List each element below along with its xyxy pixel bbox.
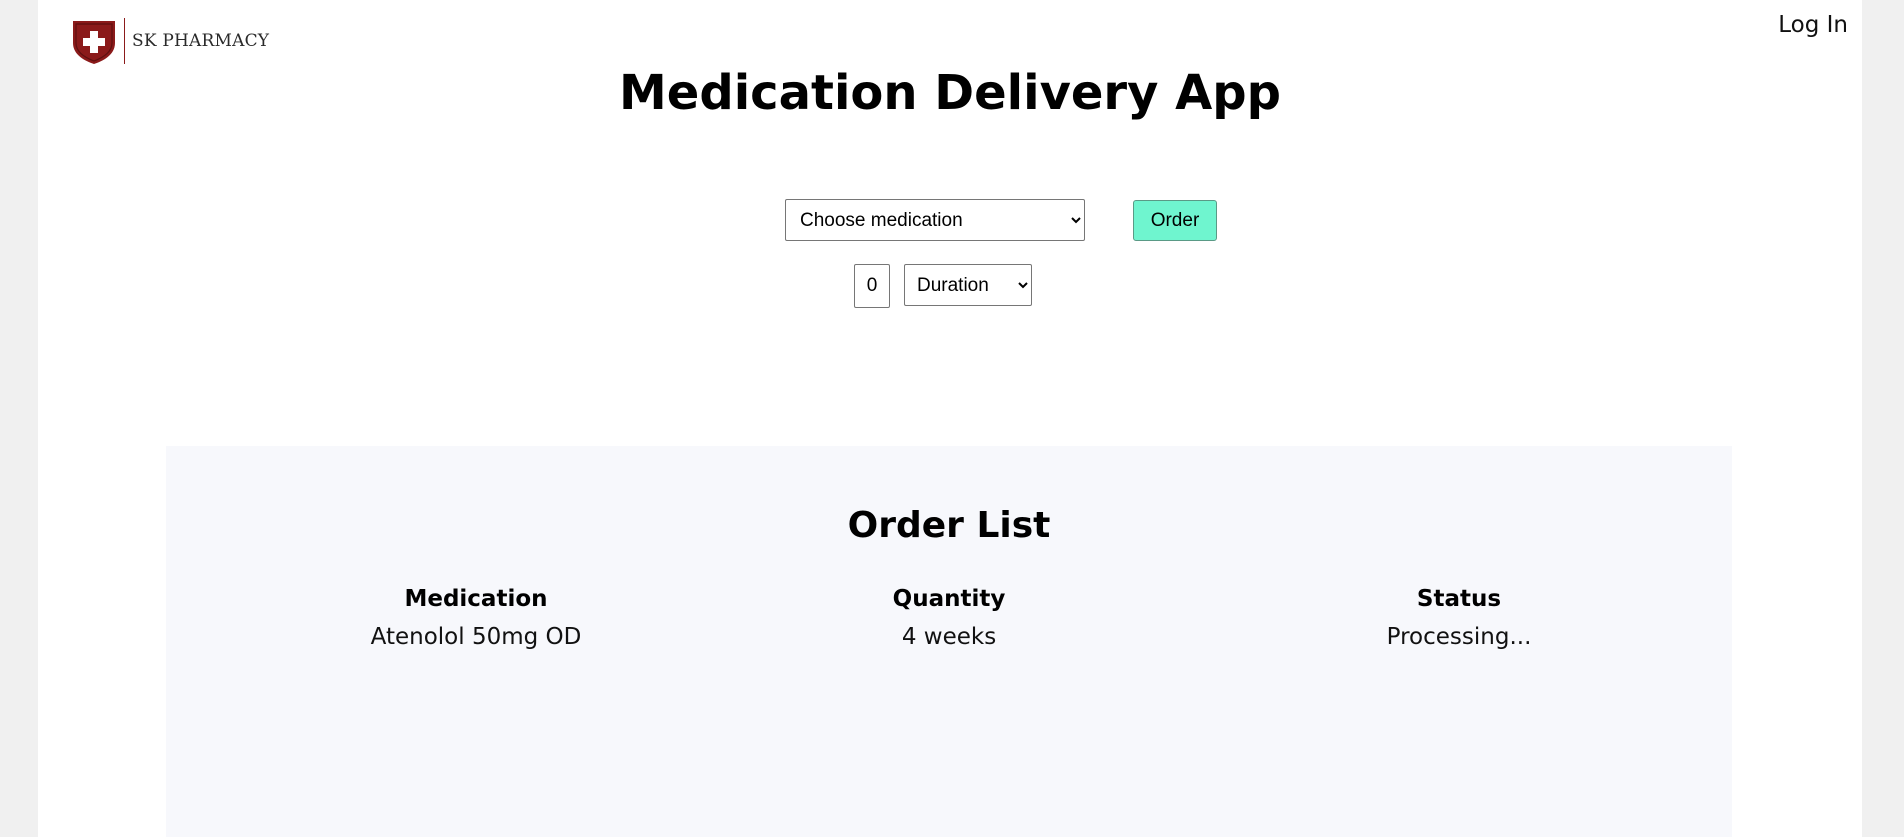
brand-name: SK PHARMACY — [132, 31, 270, 51]
medication-select[interactable]: Choose medication — [785, 199, 1085, 241]
login-link[interactable]: Log In — [1778, 12, 1848, 38]
order-status-cell: Processing... — [1386, 624, 1532, 650]
column-header-medication: Medication — [404, 586, 548, 612]
order-medication-cell: Atenolol 50mg OD — [370, 624, 582, 650]
quantity-input[interactable] — [854, 264, 890, 308]
order-list-panel: Order List Medication Atenolol 50mg OD Q… — [166, 446, 1732, 837]
duration-select[interactable]: Duration — [904, 264, 1032, 306]
column-header-quantity: Quantity — [892, 586, 1006, 612]
page-title: Medication Delivery App — [619, 65, 1281, 121]
order-quantity-cell: 4 weeks — [901, 624, 997, 650]
order-button[interactable]: Order — [1133, 200, 1217, 241]
order-list-title: Order List — [847, 505, 1051, 546]
status-column: Status Processing... — [1259, 584, 1659, 652]
quantity-column: Quantity 4 weeks — [749, 584, 1149, 652]
page-container: SK PHARMACY Log In Medication Delivery A… — [38, 0, 1862, 837]
column-header-status: Status — [1416, 586, 1502, 612]
medication-column: Medication Atenolol 50mg OD — [276, 584, 676, 652]
